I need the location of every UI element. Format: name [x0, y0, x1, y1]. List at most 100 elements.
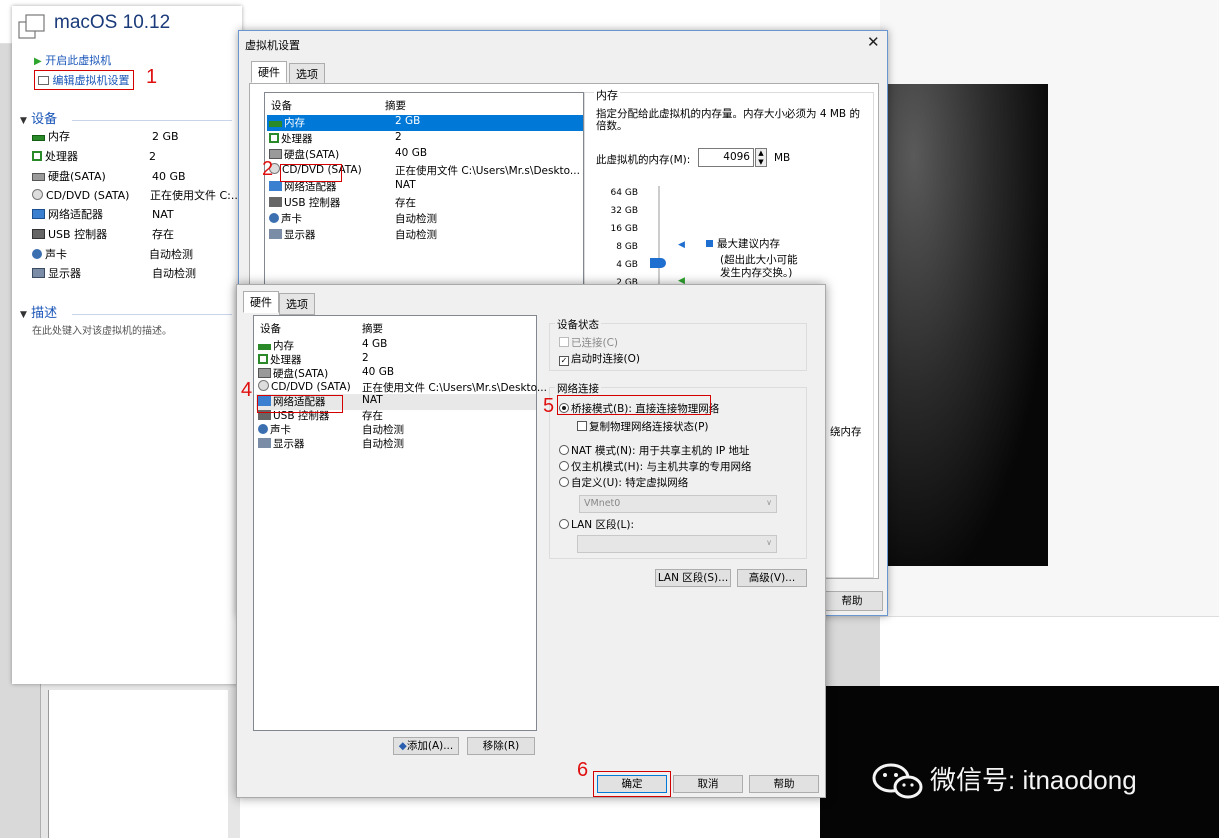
annotation-2: 2 — [262, 158, 274, 180]
device-row-cdrom[interactable]: CD/DVD (SATA) 正在使用文件 C:... — [32, 187, 241, 206]
list-item-sound[interactable]: 声卡 自动检测 — [267, 211, 583, 227]
remove-device-button[interactable]: 移除(R) — [467, 737, 535, 755]
device-status-title: 设备状态 — [555, 317, 601, 332]
connected-checkbox[interactable]: 已连接(C) — [559, 335, 618, 350]
annotation-box-5 — [557, 395, 711, 415]
list-item-display[interactable]: 显示器 自动检测 — [267, 227, 583, 243]
tab-hardware[interactable]: 硬件 — [251, 61, 287, 83]
memory-input[interactable]: 4096 — [698, 148, 754, 167]
tab-options[interactable]: 选项 — [279, 293, 315, 315]
processor-icon — [32, 151, 42, 161]
spin-down-icon[interactable]: ▼ — [758, 158, 763, 166]
device-row-network[interactable]: 网络适配器 NAT — [32, 206, 237, 225]
column-header-device: 设备 — [271, 100, 292, 112]
nat-mode-radio[interactable]: NAT 模式(N): 用于共享主机的 IP 地址 — [559, 443, 750, 458]
network-icon — [32, 209, 45, 219]
description-text[interactable]: 在此处键入对该虚拟机的描述。 — [32, 322, 172, 337]
connect-at-power-on-checkbox[interactable]: ✓ 启动时连接(O) — [559, 351, 640, 366]
dialog-title: 虚拟机设置 — [245, 39, 300, 52]
list-item-processor[interactable]: 处理器 2 — [267, 131, 583, 147]
harddisk-icon — [258, 368, 271, 378]
description-section-toggle[interactable]: ▼ 描述 — [20, 302, 57, 321]
description-heading: 描述 — [31, 306, 58, 321]
device-row-usb[interactable]: USB 控制器 存在 — [32, 226, 237, 245]
annotation-5: 5 — [543, 395, 555, 417]
edit-settings-link[interactable]: 编辑虚拟机设置 — [34, 70, 134, 90]
vm-preview-screen — [880, 84, 1048, 566]
wechat-logo-icon — [872, 763, 923, 799]
sound-icon — [32, 249, 42, 259]
display-icon — [269, 229, 282, 239]
power-on-link[interactable]: ▶ 开启此虚拟机 — [34, 52, 111, 68]
legend-max-note: (超出此大小可能 发生内存交换。) — [720, 254, 798, 279]
display-icon — [32, 268, 45, 278]
background-mid-bottom — [240, 798, 820, 838]
memory-slider-thumb[interactable] — [650, 258, 666, 268]
scale-label: 64 GB — [610, 188, 638, 198]
shield-icon: ◆ — [398, 740, 407, 752]
processor-icon — [258, 354, 268, 364]
scale-label: 4 GB — [616, 260, 638, 270]
list-item-display[interactable]: 显示器 自动检测 — [256, 436, 536, 452]
host-only-radio[interactable]: 仅主机模式(H): 与主机共享的专用网络 — [559, 459, 751, 474]
cancel-button[interactable]: 取消 — [673, 775, 743, 793]
collapse-icon: ▼ — [20, 310, 27, 320]
device-row-display[interactable]: 显示器 自动检测 — [32, 265, 237, 284]
sound-icon — [269, 213, 279, 223]
replicate-state-checkbox[interactable]: 复制物理网络连接状态(P) — [577, 419, 709, 434]
annotation-4: 4 — [241, 379, 253, 401]
device-row-memory[interactable]: 内存 2 GB — [32, 128, 237, 147]
advanced-button[interactable]: 高级(V)... — [737, 569, 807, 587]
lan-segment-select[interactable]: ∨ — [577, 535, 777, 553]
vm-icon — [18, 14, 45, 39]
memory-group-title: 内存 — [594, 87, 620, 103]
memory-icon — [32, 135, 45, 141]
device-row-sound[interactable]: 声卡 自动检测 — [32, 246, 237, 265]
custom-network-radio[interactable]: 自定义(U): 特定虚拟网络 — [559, 475, 688, 490]
help-button[interactable]: 帮助 — [749, 775, 819, 793]
memory-spinner[interactable]: ▲ ▼ — [755, 148, 767, 167]
cdrom-icon — [32, 189, 43, 200]
device-row-harddisk[interactable]: 硬盘(SATA) 40 GB — [32, 168, 237, 187]
list-item-harddisk[interactable]: 硬盘(SATA) 40 GB — [267, 147, 583, 163]
tab-options[interactable]: 选项 — [289, 63, 325, 85]
device-list[interactable]: 设备 摘要 内存 4 GB 处理器 2 硬盘(SATA) 40 GB CD/DVD (… — [253, 315, 547, 731]
memory-field-label: 此虚拟机的内存(M): — [596, 154, 691, 166]
usb-icon — [32, 229, 45, 239]
column-header-summary: 摘要 — [385, 100, 406, 112]
divider — [72, 120, 232, 121]
tab-hardware[interactable]: 硬件 — [243, 291, 279, 313]
memory-icon — [258, 344, 271, 350]
edit-settings-label: 编辑虚拟机设置 — [52, 74, 130, 87]
close-icon[interactable]: ✕ — [867, 33, 880, 51]
vmnet-select[interactable]: VMnet0 ∨ — [579, 495, 777, 513]
annotation-1: 1 — [146, 66, 158, 88]
lan-segment-radio[interactable]: LAN 区段(L): — [559, 517, 634, 532]
display-icon — [258, 438, 271, 448]
network-connection-title: 网络连接 — [555, 381, 601, 396]
devices-section-toggle[interactable]: ▼ 设备 — [20, 108, 57, 127]
vm-title: macOS 10.12 — [54, 12, 171, 33]
lan-segments-button[interactable]: LAN 区段(S)... — [655, 569, 731, 587]
list-item-memory[interactable]: 内存 2 GB — [267, 115, 583, 131]
play-icon: ▶ — [34, 56, 42, 67]
legend-square-icon — [706, 240, 713, 247]
memory-description: 指定分配给此虚拟机的内存量。内存大小必须为 4 MB 的倍数。 — [596, 108, 860, 132]
checkbox-unchecked-icon — [559, 337, 569, 347]
list-item-usb[interactable]: USB 控制器 存在 — [267, 195, 583, 211]
device-row-processor[interactable]: 处理器 2 — [32, 148, 237, 167]
add-device-button[interactable]: ◆添加(A)... — [393, 737, 459, 755]
legend-max-recommended: 最大建议内存 — [706, 236, 780, 251]
background-strip — [880, 616, 1219, 686]
radio-unselected-icon — [559, 445, 569, 455]
network-settings-dialog: 硬件 选项 设备 摘要 内存 4 GB 处理器 2 硬盘(SATA) 40 GB CD… — [236, 284, 826, 798]
vm-summary-panel: macOS 10.12 ▶ 开启此虚拟机 编辑虚拟机设置 1 ▼ 设备 内存 2 … — [12, 6, 242, 684]
help-button[interactable]: 帮助 — [821, 591, 883, 611]
annotation-6: 6 — [577, 759, 589, 781]
ok-button[interactable]: 确定 — [597, 775, 667, 793]
cdrom-icon — [258, 380, 269, 391]
devices-heading: 设备 — [31, 112, 58, 127]
spin-up-icon[interactable]: ▲ — [758, 149, 763, 157]
watermark-text: 微信号: itnaodong — [930, 765, 1137, 795]
network-icon — [269, 181, 282, 191]
